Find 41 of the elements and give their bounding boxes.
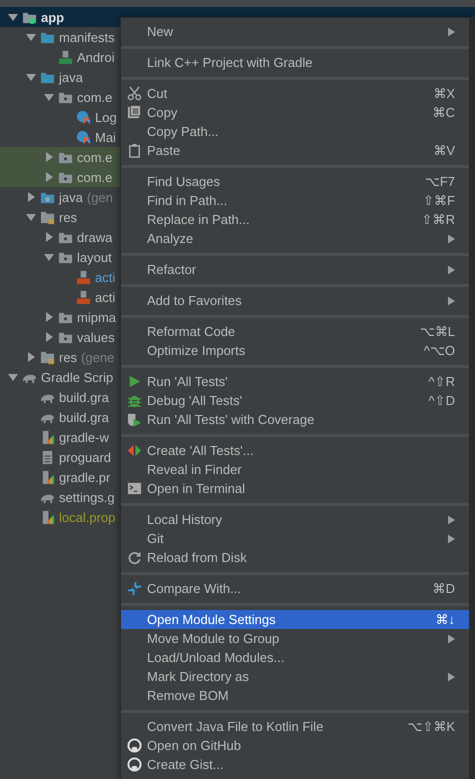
tree-label-suffix: (gene [81,350,114,364]
tree-label: acti [95,290,116,304]
tree-label: java [59,70,83,84]
shortcut-label: ⌥F7 [424,174,455,189]
shortcut-label: ⇧⌘R [422,212,455,227]
tree-label: java [59,190,83,204]
tree-label: com.e [77,170,112,184]
tree-label: Gradle Scrip [41,370,114,384]
tree-label: res [59,210,78,224]
tree-label: settings.g [59,490,115,504]
tree-label: com.e [77,150,112,164]
shortcut-label: ⌘↓ [436,612,455,627]
shortcut-label: ⌘X [433,86,455,101]
tree-label: build.gra [59,410,109,424]
shortcut-label: ⌘C [432,105,455,120]
tree-label: drawa [77,230,112,244]
tree-label: Log [95,110,117,124]
tree-label: proguard [59,450,112,464]
tree-label: res [59,350,78,364]
tree-label: manifests [59,30,115,44]
tree-label: local.prop [59,510,116,524]
tree-label: Androi [77,50,115,64]
tree-label: gradle.pr [59,470,110,484]
tree-label: mipma [77,310,116,324]
shortcut-label: ⇧⌘F [423,193,455,208]
shortcut-label: ^⇧D [428,393,455,408]
tree-label: Mai [95,130,116,144]
shortcut-label: ⌘V [433,143,455,158]
shortcut-label: ^⇧R [428,374,455,389]
shortcut-label: ⌥⇧⌘K [407,719,455,734]
tree-label: acti [95,270,116,284]
shortcut-label: ⌘D [432,581,455,596]
tree-label: app [41,10,64,24]
shortcut-label: ⌥⌘L [420,324,455,339]
shortcut-label: ^⌥O [424,343,455,358]
tree-label-suffix: (gen [86,190,113,204]
tree-label: build.gra [59,390,109,404]
tree-label: layout [77,250,112,264]
tree-label: com.e [77,90,112,104]
tree-label: values [77,330,115,344]
tree-label: gradle-w [59,430,109,444]
